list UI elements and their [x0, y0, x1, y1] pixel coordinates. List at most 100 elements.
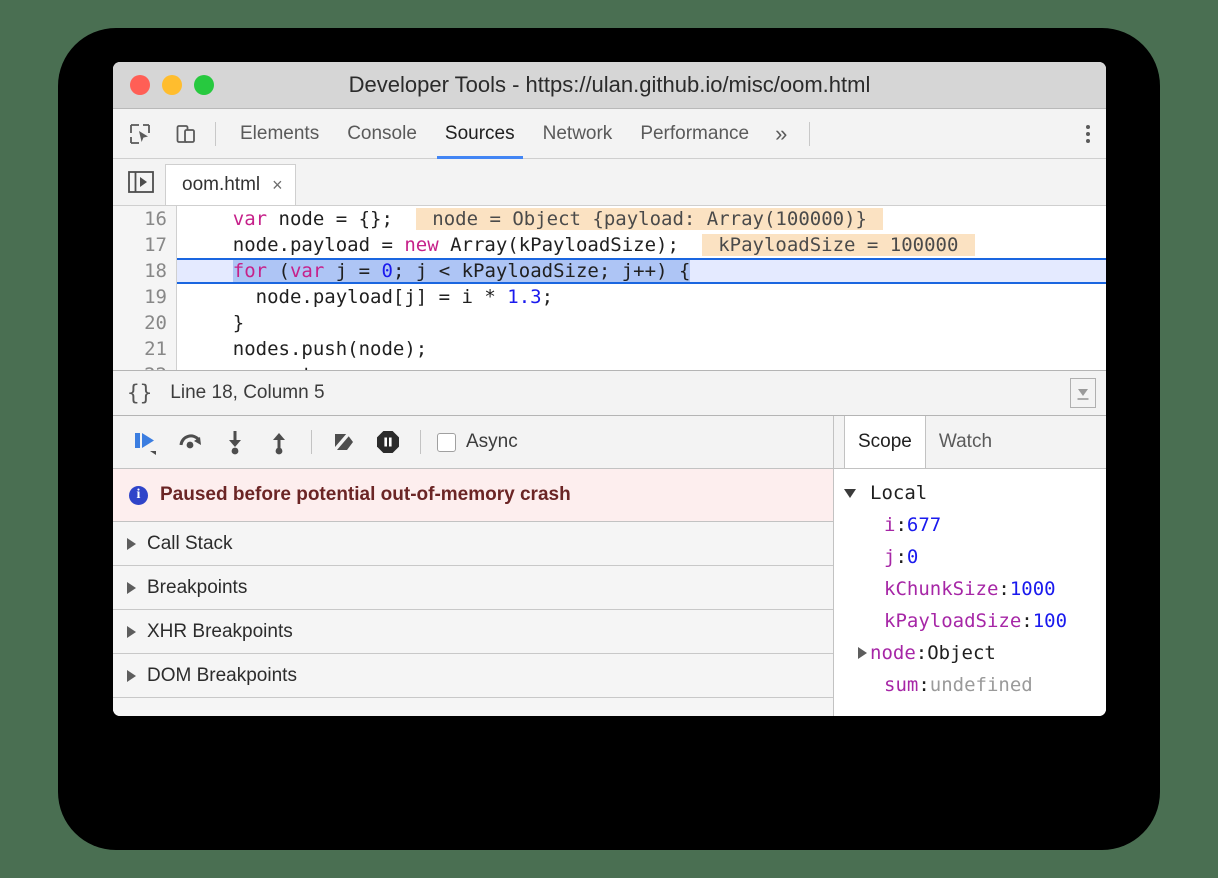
section-label: Call Stack: [147, 533, 233, 555]
traffic-lights: [130, 75, 214, 95]
window-titlebar: Developer Tools - https://ulan.github.io…: [113, 62, 1106, 109]
window-title: Developer Tools - https://ulan.github.io…: [113, 72, 1106, 98]
section-label: DOM Breakpoints: [147, 665, 297, 687]
close-window-button[interactable]: [130, 75, 150, 95]
tab-scope[interactable]: Scope: [844, 416, 926, 468]
chevron-right-icon: [127, 538, 136, 550]
chevron-right-icon: [127, 626, 136, 638]
file-tab-label: oom.html: [182, 174, 260, 196]
more-tabs-icon[interactable]: »: [763, 121, 799, 147]
step-out-of-current-function-icon[interactable]: [259, 424, 299, 460]
file-tab-strip: oom.html ×: [113, 159, 1106, 206]
scope-variable-name: kChunkSize: [884, 573, 998, 605]
scope-separator: :: [895, 541, 906, 573]
code-line[interactable]: var node = {}; node = Object {payload: A…: [177, 206, 1106, 232]
scope-variable-value: 1000: [1010, 573, 1056, 605]
debugger-left-pane: Async i Paused before potential out-of-m…: [113, 416, 834, 716]
code-line[interactable]: node.payload = new Array(kPayloadSize); …: [177, 232, 1106, 258]
debugger-area: Async i Paused before potential out-of-m…: [113, 416, 1106, 716]
code-text: nodes.push(node);: [187, 338, 427, 360]
async-checkbox[interactable]: [437, 433, 456, 452]
scope-variable-value: 100: [1033, 605, 1067, 637]
scope-separator: :: [895, 509, 906, 541]
code-keyword: for: [233, 260, 267, 282]
code-text: [393, 208, 416, 230]
deactivate-breakpoints-icon[interactable]: [324, 424, 364, 460]
code-number: 1.3: [507, 286, 541, 308]
section-label: Breakpoints: [147, 577, 247, 599]
line-number[interactable]: 22: [113, 362, 176, 370]
inline-value-annotation: kPayloadSize = 100000: [702, 234, 975, 256]
async-label: Async: [466, 431, 518, 453]
scope-variable-name: node: [870, 637, 916, 669]
section-breakpoints[interactable]: Breakpoints: [113, 566, 833, 610]
section-call-stack[interactable]: Call Stack: [113, 522, 833, 566]
scope-root-label: Local: [870, 477, 927, 509]
line-number[interactable]: 16: [113, 206, 176, 232]
line-number[interactable]: 21: [113, 336, 176, 362]
info-icon: i: [129, 486, 148, 505]
tab-sources[interactable]: Sources: [431, 109, 529, 159]
async-toggle[interactable]: Async: [437, 431, 518, 453]
code-line[interactable]: node.payload[j] = i * 1.3;: [177, 284, 1106, 310]
tab-performance[interactable]: Performance: [626, 109, 763, 159]
section-xhr-breakpoints[interactable]: XHR Breakpoints: [113, 610, 833, 654]
code-text: node.payload[j] = i *: [187, 286, 507, 308]
source-code-editor[interactable]: 16 17 18 19 20 21 22 var node = {}; node…: [113, 206, 1106, 370]
code-line[interactable]: nodes.push(node);: [177, 336, 1106, 362]
code-lines[interactable]: var node = {}; node = Object {payload: A…: [177, 206, 1106, 370]
devtools-window: Developer Tools - https://ulan.github.io…: [113, 62, 1106, 716]
code-text: [679, 234, 702, 256]
show-navigator-icon[interactable]: [125, 167, 157, 197]
close-icon[interactable]: ×: [272, 175, 283, 196]
scope-variable-tree[interactable]: Locali: 677j: 0kChunkSize: 1000kPayloadS…: [834, 469, 1106, 716]
code-keyword: var: [290, 260, 324, 282]
line-number[interactable]: 20: [113, 310, 176, 336]
tab-console[interactable]: Console: [333, 109, 431, 159]
kebab-menu-icon[interactable]: [1086, 125, 1090, 143]
paused-message: Paused before potential out-of-memory cr…: [160, 484, 571, 506]
line-number[interactable]: 17: [113, 232, 176, 258]
scope-variable-row[interactable]: kPayloadSize: 100: [834, 605, 1106, 637]
step-over-next-function-call-icon[interactable]: [171, 424, 211, 460]
toolbar-divider: [215, 122, 216, 146]
device-toolbar-icon[interactable]: [167, 117, 205, 151]
minimize-window-button[interactable]: [162, 75, 182, 95]
scope-variable-row[interactable]: node: Object: [834, 637, 1106, 669]
code-line[interactable]: }: [177, 310, 1106, 336]
scope-variable-row[interactable]: j: 0: [834, 541, 1106, 573]
scope-variable-row[interactable]: kChunkSize: 1000: [834, 573, 1106, 605]
line-number[interactable]: 19: [113, 284, 176, 310]
code-line[interactable]: for (var j = 0; j < kPayloadSize; j++) {: [177, 258, 1106, 284]
inspect-element-icon[interactable]: [121, 117, 159, 151]
step-into-next-function-call-icon[interactable]: [215, 424, 255, 460]
scope-separator: :: [998, 573, 1009, 605]
tab-elements[interactable]: Elements: [226, 109, 333, 159]
pretty-print-icon[interactable]: {}: [127, 381, 152, 405]
file-tab-oom-html[interactable]: oom.html ×: [165, 164, 296, 205]
scope-variable-name: j: [884, 541, 895, 573]
scope-root-local[interactable]: Local: [834, 477, 1106, 509]
screen-root: Developer Tools - https://ulan.github.io…: [0, 0, 1218, 878]
scope-variable-row[interactable]: i: 677: [834, 509, 1106, 541]
tab-watch[interactable]: Watch: [926, 416, 1005, 468]
scope-watch-pane: Scope Watch Locali: 677j: 0kChunkSize: 1…: [834, 416, 1106, 716]
code-text: }: [187, 312, 244, 334]
scope-variable-value: 0: [907, 541, 918, 573]
zoom-window-button[interactable]: [194, 75, 214, 95]
pause-on-exceptions-icon[interactable]: [368, 424, 408, 460]
collapse-drawer-icon[interactable]: [1070, 378, 1096, 408]
chevron-down-icon: [844, 489, 870, 498]
line-number[interactable]: 18: [113, 258, 176, 284]
section-dom-breakpoints[interactable]: DOM Breakpoints: [113, 654, 833, 698]
code-keyword: var: [233, 208, 267, 230]
code-line[interactable]: current++;: [177, 362, 1106, 370]
resume-script-execution-icon[interactable]: [127, 424, 167, 460]
scope-separator: :: [916, 637, 927, 669]
code-keyword: new: [404, 234, 438, 256]
scope-variable-row[interactable]: sum: undefined: [834, 669, 1106, 701]
scope-variable-name: i: [884, 509, 895, 541]
tab-network[interactable]: Network: [529, 109, 627, 159]
code-text: [187, 208, 233, 230]
toolbar-divider-right: [809, 122, 810, 146]
